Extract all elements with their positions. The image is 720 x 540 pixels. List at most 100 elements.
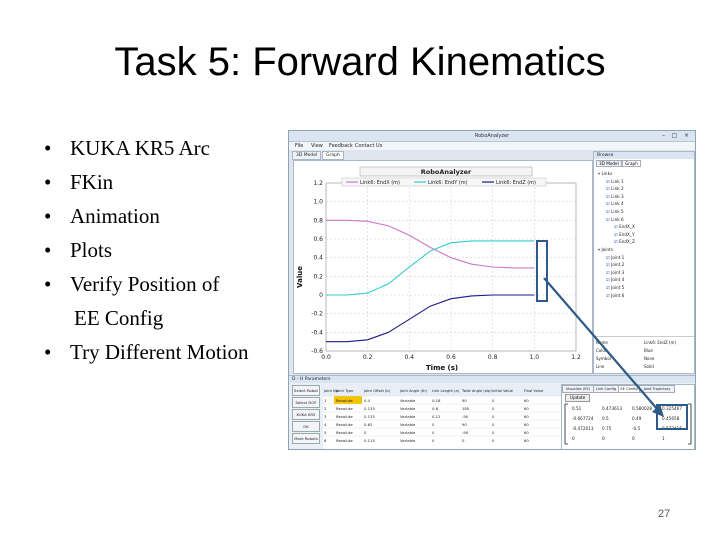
dh-column-header: Link Length (a) <box>432 389 460 393</box>
menu-file[interactable]: File <box>295 142 303 150</box>
dh-table-cell: 60 <box>524 414 529 419</box>
tree-item[interactable]: ▾ Links <box>598 170 692 178</box>
matrix-cell: 0.45658 <box>662 416 680 421</box>
y-tick-label: -0.6 <box>311 348 323 355</box>
tree-item[interactable]: ▾ Joints <box>598 246 692 254</box>
tree-item-label: EndX_Y <box>619 231 635 237</box>
close-icon[interactable]: × <box>682 132 691 140</box>
tree-item[interactable]: ☑ Link 4 <box>598 200 692 208</box>
property-name: Name <box>596 340 608 345</box>
tree-item[interactable]: ☑ Joint 6 <box>598 292 692 300</box>
matrix-cell: -0.472013 <box>572 426 594 431</box>
matrix-cell: 0.5 <box>602 416 609 421</box>
tree-item-label: Link 6 <box>611 216 624 222</box>
dh-table-cell: Variable <box>400 398 416 403</box>
dh-table-cell: Revolute <box>336 414 353 419</box>
dh-table-cell: 60 <box>524 438 529 443</box>
dh-column-header: Joint Offset (b) <box>363 389 391 393</box>
dh-table-cell: Variable <box>400 414 416 419</box>
tab-3d-model[interactable]: 3D Model <box>292 151 322 160</box>
tree-item[interactable]: ☑ Joint 5 <box>598 284 692 292</box>
ee-config-panel: Visualize (EE) Link Config EE Config Joint … <box>561 384 695 449</box>
dh-column-header: Final Value <box>524 389 544 393</box>
bullet-item: • Animation <box>44 199 249 233</box>
tree-item[interactable]: ☑ Link 6 <box>598 216 692 224</box>
dh-table-cell: 0.62 <box>364 422 373 427</box>
tree-item-label: Joint 1 <box>611 254 625 260</box>
tree-item[interactable]: ☑ EndX_Z <box>598 238 692 246</box>
dh-table-cell: Revolute <box>336 406 353 411</box>
property-row[interactable]: Symbol None <box>596 355 692 362</box>
dh-table-cell: 90 <box>462 422 467 427</box>
property-row[interactable]: Name Link6: EndZ (m) <box>596 339 692 346</box>
tree-item[interactable]: ☑ Link 2 <box>598 185 692 193</box>
dh-table-cell: 60 <box>524 430 529 435</box>
dh-table: Joint NoJoint Type Joint Offset (b) Joint … <box>322 384 584 449</box>
dh-table-cell: Variable <box>400 422 416 427</box>
tree-item-label: Links <box>601 171 613 176</box>
update-button[interactable]: Update <box>565 394 591 402</box>
bullet-list: • KUKA KR5 Arc • FKin • Animation • Plots • V… <box>44 131 249 369</box>
ee-tab[interactable]: Link Config <box>593 385 619 393</box>
property-name: Symbol <box>596 356 611 361</box>
bullet-text: FKin <box>70 170 114 194</box>
dh-button[interactable]: Select Robot <box>292 385 320 396</box>
ee-tab[interactable]: Joint Trajectory <box>639 385 675 393</box>
matrix-cell: 0.49 <box>632 416 642 421</box>
tree-item[interactable]: ☑ Joint 2 <box>598 261 692 269</box>
tree-item[interactable]: ☑ Link 5 <box>598 208 692 216</box>
dh-table-cell: Variable <box>400 406 416 411</box>
tree-item-label: Link 2 <box>611 186 624 192</box>
legend-label: Link6: EndX (m) <box>360 180 400 186</box>
tree-item-label: Link 3 <box>611 193 624 199</box>
tree-item[interactable]: ☑ Joint 4 <box>598 276 692 284</box>
maximize-icon[interactable]: □ <box>670 132 679 140</box>
dh-button[interactable]: Select DOF <box>292 397 320 408</box>
bullet-continuation: EE Config <box>44 301 249 335</box>
ee-tab[interactable]: EE Config <box>618 385 640 393</box>
property-value: Solid <box>644 364 654 369</box>
browse-tab-3d-model[interactable]: 3D Model <box>596 160 622 167</box>
dh-table-cell: 0.115 <box>364 438 375 443</box>
y-tick-label: 0 <box>319 292 323 299</box>
tree-item-label: EndX_Z <box>619 239 635 245</box>
bullet-item: • Verify Position of <box>44 267 249 301</box>
transformation-matrix: 0.51 0.473613 0.580028 0.325467-0.667724 0.5… <box>564 403 692 445</box>
window-title: RoboAnalyzer <box>474 133 510 139</box>
menu-feedback[interactable]: Feedback <box>329 142 353 150</box>
matrix-bracket-left <box>564 403 568 445</box>
chart-title: RoboAnalyzer <box>421 168 472 176</box>
matrix-cell: 1 <box>662 436 665 441</box>
tree-item[interactable]: ☑ Link 3 <box>598 193 692 201</box>
menu-view[interactable]: View <box>311 142 323 150</box>
tree-item-label: EndX_X <box>619 224 635 230</box>
x-tick-label: 0.2 <box>363 354 373 361</box>
dh-button[interactable]: KUKA KR5 <box>292 409 320 420</box>
matrix-cell: 0 <box>602 436 605 441</box>
property-value: Blue <box>644 348 653 353</box>
dh-button[interactable]: OK <box>292 421 320 432</box>
tree-item[interactable]: ☑ EndX_X <box>598 223 692 231</box>
y-tick-label: -0.2 <box>311 311 323 318</box>
menu-contact-us[interactable]: Contact Us <box>355 142 382 150</box>
property-row[interactable]: Color Blue <box>596 347 692 354</box>
browse-tab-graph[interactable]: Graph <box>622 160 641 167</box>
dh-table-cell: Revolute <box>336 438 353 443</box>
property-row[interactable]: Line Solid <box>596 363 692 370</box>
tree-item[interactable]: ☑ Joint 1 <box>598 254 692 262</box>
window-titlebar: RoboAnalyzer – □ × <box>289 131 695 142</box>
bullet-item: • Plots <box>44 233 249 267</box>
dh-button[interactable]: More Robots <box>292 433 320 444</box>
minimize-icon[interactable]: – <box>659 132 668 140</box>
tab-graph[interactable]: Graph <box>322 151 344 160</box>
tree-item[interactable]: ☑ EndX_Y <box>598 231 692 239</box>
matrix-cell: 0.572415 <box>662 426 682 431</box>
chart-legend: Link6: EndX (m) Link6: EndY (m) Link6: End… <box>341 177 547 187</box>
x-axis-label: Time (s) <box>426 364 458 372</box>
tree-item[interactable]: ☑ Link 1 <box>598 178 692 186</box>
tree-item-label: Joint 2 <box>611 262 625 268</box>
tree-item[interactable]: ☑ Joint 3 <box>598 269 692 277</box>
y-axis-label: Value <box>296 266 304 288</box>
ee-tab[interactable]: Visualize (EE) <box>562 385 594 393</box>
dh-table-cell: Revolute <box>336 422 353 427</box>
